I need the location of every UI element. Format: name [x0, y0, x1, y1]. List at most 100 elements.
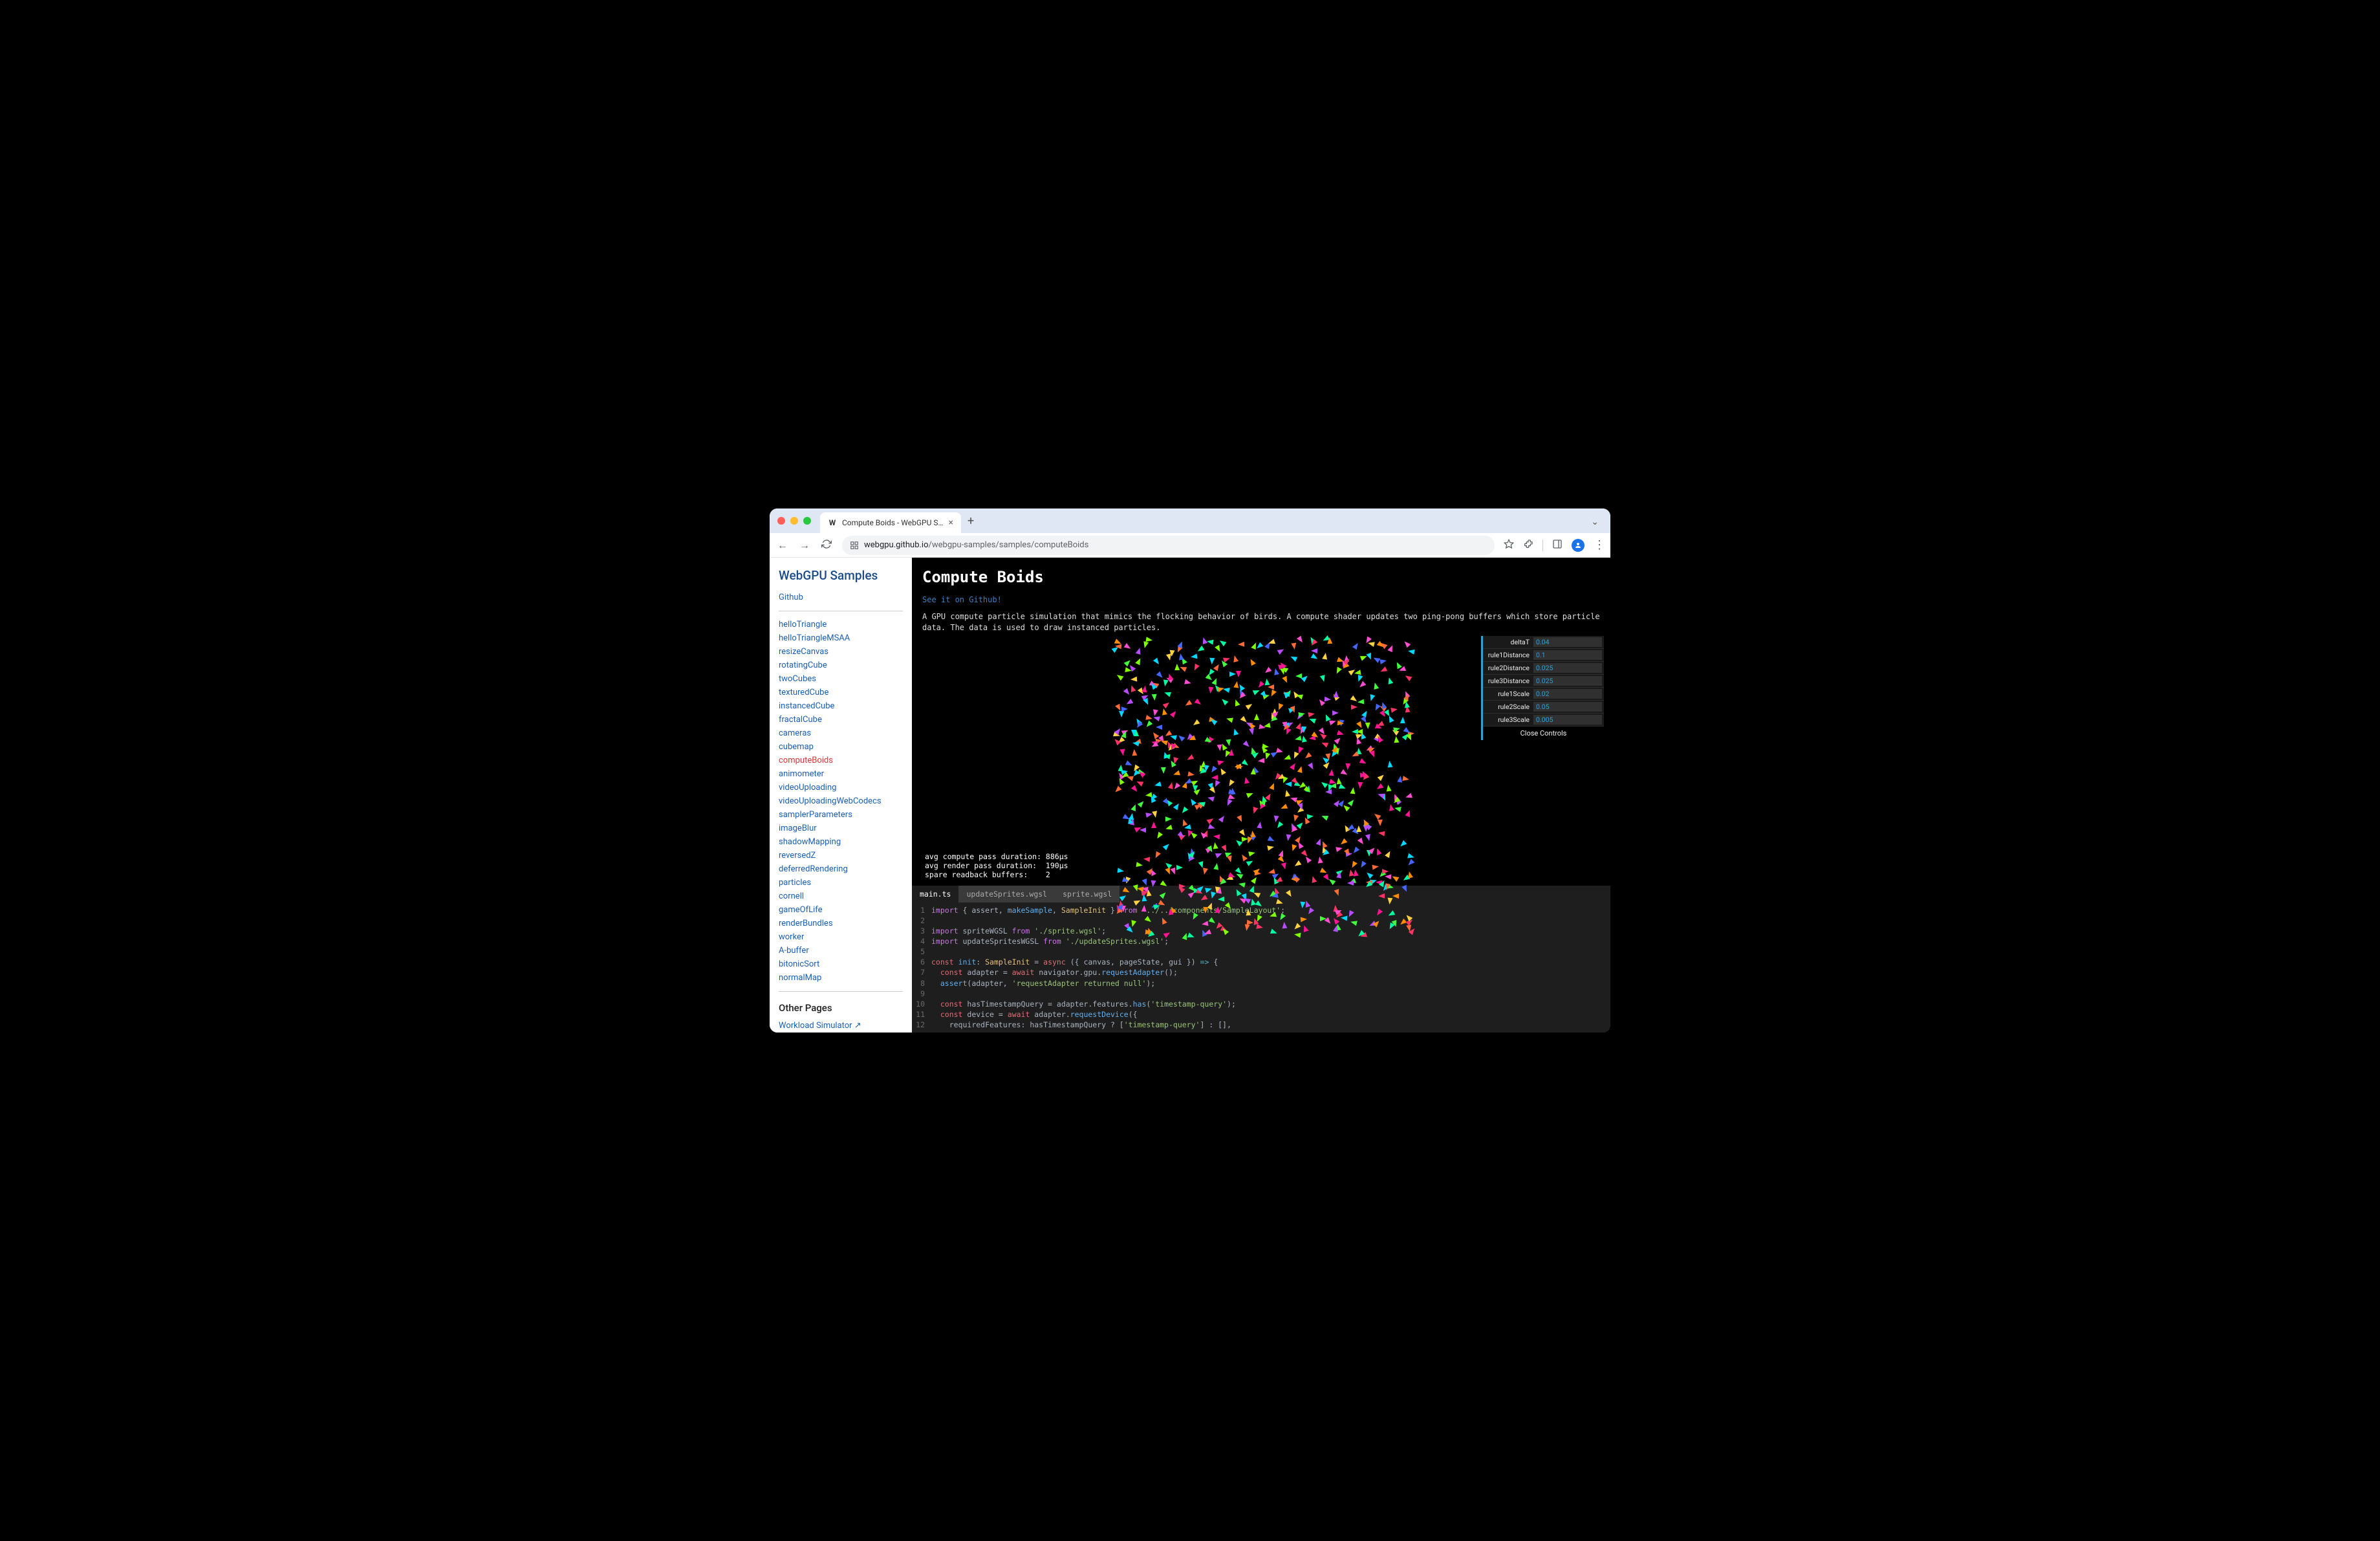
sidebar-item-instancedCube[interactable]: instancedCube	[779, 699, 903, 713]
browser-tab[interactable]: W Compute Boids - WebGPU S… ×	[820, 512, 961, 533]
boid-particle	[1120, 749, 1125, 756]
gui-value-input[interactable]: 0.05	[1533, 702, 1602, 712]
boid-particle	[1393, 726, 1401, 732]
sidebar-other-link[interactable]: Workload Simulator ↗	[779, 1019, 903, 1033]
boid-particle	[1403, 673, 1412, 681]
sidebar-item-texturedCube[interactable]: texturedCube	[779, 686, 903, 699]
sidebar-item-computeBoids[interactable]: computeBoids	[779, 754, 903, 767]
menu-button[interactable]: ⋮	[1594, 538, 1604, 552]
boid-particle	[1365, 723, 1370, 729]
boid-particle	[1358, 699, 1365, 705]
forward-button[interactable]: →	[798, 539, 811, 552]
boid-particle	[1167, 908, 1173, 915]
code-tab-sprite-wgsl[interactable]: sprite.wgsl	[1055, 886, 1120, 902]
boid-particle	[1298, 803, 1305, 811]
github-link[interactable]: See it on Github!	[922, 595, 1002, 604]
tab-close-icon[interactable]: ×	[949, 518, 953, 528]
boid-particle	[1352, 869, 1358, 876]
code-tab-main-ts[interactable]: main.ts	[912, 886, 958, 902]
sidebar-github-link[interactable]: Github	[779, 591, 903, 604]
gui-value-input[interactable]: 0.025	[1533, 663, 1602, 673]
gui-value-input[interactable]: 0.025	[1533, 676, 1602, 686]
sidebar-item-gameOfLife[interactable]: gameOfLife	[779, 903, 903, 917]
boid-particle	[1311, 648, 1317, 653]
boid-particle	[1246, 791, 1254, 798]
extensions-icon[interactable]	[1523, 539, 1533, 552]
profile-icon	[1574, 541, 1582, 549]
sidebar-item-A-buffer[interactable]: A-buffer	[779, 944, 903, 957]
boid-particle	[1151, 822, 1156, 828]
boid-particle	[1227, 855, 1233, 863]
sidebar-item-helloTriangleMSAA[interactable]: helloTriangleMSAA	[779, 631, 903, 645]
boid-particle	[1229, 672, 1236, 677]
sidebar-item-bitonicSort[interactable]: bitonicSort	[779, 957, 903, 971]
boid-particle	[1160, 880, 1169, 888]
boid-particle	[1208, 917, 1217, 925]
boid-particle	[1163, 690, 1171, 697]
tab-favicon-icon: W	[828, 518, 837, 527]
sidebar-item-cornell[interactable]: cornell	[779, 890, 903, 903]
sidebar-item-deferredRendering[interactable]: deferredRendering	[779, 862, 903, 876]
boid-particle	[1372, 655, 1381, 663]
back-button[interactable]: ←	[776, 539, 789, 552]
boid-particle	[1202, 868, 1208, 875]
new-tab-button[interactable]: +	[968, 514, 974, 528]
sidebar-item-normalMap[interactable]: normalMap	[779, 971, 903, 985]
side-panel-icon[interactable]	[1552, 539, 1563, 552]
sidebar-item-renderBundles[interactable]: renderBundles	[779, 917, 903, 930]
gui-value-input[interactable]: 0.04	[1533, 637, 1602, 647]
boid-particle	[1130, 920, 1136, 928]
sidebar-item-particles[interactable]: particles	[779, 876, 903, 890]
sidebar-item-reversedZ[interactable]: reversedZ	[779, 849, 903, 862]
tabs-dropdown-icon[interactable]: ⌄	[1591, 517, 1599, 527]
boid-particle	[1378, 831, 1385, 836]
gui-close-button[interactable]: Close Controls	[1483, 727, 1604, 740]
boid-particle	[1184, 700, 1193, 708]
boid-particle	[1387, 898, 1392, 905]
reload-button[interactable]	[820, 539, 833, 552]
address-bar[interactable]: webgpu.github.io/webgpu-samples/samples/…	[842, 536, 1495, 555]
site-info-icon[interactable]	[850, 541, 859, 550]
sidebar-item-worker[interactable]: worker	[779, 930, 903, 944]
boid-particle	[1378, 773, 1386, 781]
sidebar-item-cubemap[interactable]: cubemap	[779, 740, 903, 754]
boid-particle	[1329, 719, 1337, 726]
gui-value-input[interactable]: 0.005	[1533, 715, 1602, 725]
boid-particle	[1145, 915, 1153, 924]
sidebar-item-samplerParameters[interactable]: samplerParameters	[779, 808, 903, 822]
sidebar-item-cameras[interactable]: cameras	[779, 727, 903, 740]
line-number: 5	[912, 946, 931, 957]
boid-particle	[1137, 886, 1144, 892]
gui-value-input[interactable]: 0.02	[1533, 689, 1602, 699]
boid-particle	[1328, 769, 1334, 776]
profile-button[interactable]	[1572, 539, 1585, 552]
bookmark-icon[interactable]	[1504, 539, 1514, 552]
sidebar-item-rotatingCube[interactable]: rotatingCube	[779, 659, 903, 672]
sidebar-item-animometer[interactable]: animometer	[779, 767, 903, 781]
gui-row-rule2Scale: rule2Scale0.05	[1483, 701, 1604, 714]
sidebar-item-helloTriangle[interactable]: helloTriangle	[779, 618, 903, 631]
boid-particle	[1248, 850, 1256, 857]
boid-particle	[1391, 874, 1400, 882]
boid-particle	[1232, 728, 1239, 736]
sidebar-item-shadowMapping[interactable]: shadowMapping	[779, 835, 903, 849]
sidebar-item-resizeCanvas[interactable]: resizeCanvas	[779, 645, 903, 659]
boid-particle	[1290, 761, 1297, 770]
boid-particle	[1372, 683, 1379, 690]
boid-particle	[1174, 664, 1179, 670]
close-window-button[interactable]	[777, 517, 785, 525]
code-tab-updateSprites-wgsl[interactable]: updateSprites.wgsl	[958, 886, 1055, 902]
boid-particle	[1251, 876, 1259, 884]
gui-label: deltaT	[1483, 638, 1533, 646]
gui-value-input[interactable]: 0.1	[1533, 650, 1602, 660]
maximize-window-button[interactable]	[803, 517, 811, 525]
sidebar-item-twoCubes[interactable]: twoCubes	[779, 672, 903, 686]
sidebar-item-fractalCube[interactable]: fractalCube	[779, 713, 903, 727]
minimize-window-button[interactable]	[790, 517, 798, 525]
sidebar-item-videoUploading[interactable]: videoUploading	[779, 781, 903, 794]
sidebar-item-imageBlur[interactable]: imageBlur	[779, 822, 903, 835]
boid-particle	[1297, 747, 1304, 754]
sidebar-item-videoUploadingWebCodecs[interactable]: videoUploadingWebCodecs	[779, 794, 903, 808]
boid-particle	[1233, 681, 1239, 688]
stat-render-duration: avg render pass duration: 190µs	[925, 861, 1068, 870]
